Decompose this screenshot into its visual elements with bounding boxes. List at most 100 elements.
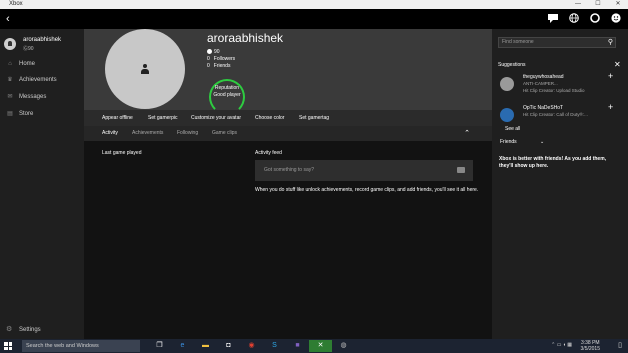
- profile-actions: Appear offline Set gamerpic Customize yo…: [84, 110, 492, 126]
- profile-header: aroraabhishek 90 0 Followers 0 Friends Rep…: [84, 29, 492, 115]
- sidebar-item-label: Store: [19, 111, 34, 117]
- taskbar-search-input[interactable]: Search the web and Windows: [22, 340, 140, 352]
- globe-icon[interactable]: [568, 13, 580, 25]
- chat-icon[interactable]: [547, 13, 559, 25]
- window-titlebar: Xbox — ☐ ✕: [0, 0, 628, 9]
- sidebar-item-label: Settings: [19, 327, 41, 333]
- page-title: aroraabhishek: [207, 31, 284, 45]
- friends-empty-message: Xbox is better with friends! As you add …: [499, 156, 607, 169]
- appear-offline-button[interactable]: Appear offline: [102, 110, 133, 126]
- edge-icon[interactable]: e: [171, 340, 194, 352]
- tab-activity[interactable]: Activity: [102, 126, 118, 141]
- followers-row[interactable]: 0 Followers: [207, 56, 235, 63]
- profile-stats: 90 0 Followers 0 Friends: [207, 49, 235, 70]
- app-icon[interactable]: ◍: [332, 340, 355, 352]
- reputation-label: Reputation: [214, 85, 240, 91]
- tab-following[interactable]: Following: [177, 126, 198, 141]
- gear-icon: ⚙: [6, 326, 13, 333]
- minimize-button[interactable]: —: [568, 0, 588, 9]
- main-content: aroraabhishek 90 0 Followers 0 Friends Rep…: [84, 29, 492, 339]
- right-panel: Find someone ⚲ Suggestions ✕ theguywhosa…: [492, 29, 628, 339]
- suggestions-heading: Suggestions: [498, 62, 526, 68]
- sidebar-item-label: Achievements: [19, 77, 57, 83]
- sidebar-gamertag: aroraabhishek: [23, 37, 62, 43]
- gamerscore-icon: [207, 49, 212, 54]
- avatar: [500, 108, 514, 122]
- windows-start-icon[interactable]: [4, 342, 12, 350]
- sidebar-item-settings[interactable]: ⚙ Settings: [0, 323, 84, 337]
- reputation-value: Good player: [213, 92, 241, 98]
- maximize-button[interactable]: ☐: [588, 0, 608, 9]
- list-item[interactable]: theguywhosahead ANTI-CAMPER... Hit Clip …: [498, 71, 622, 99]
- choose-color-button[interactable]: Choose color: [255, 110, 284, 126]
- xbox-taskbar-icon[interactable]: ✕: [309, 340, 332, 352]
- gamerscore-row: 90: [207, 49, 235, 56]
- set-gamerpic-button[interactable]: Set gamerpic: [148, 110, 177, 126]
- suggestion-name: theguywhosahead: [523, 74, 564, 80]
- activity-feed-heading: Activity feed: [255, 150, 282, 156]
- taskbar: Search the web and Windows ❐ e ▬ ◘ ◉ S ■…: [0, 339, 628, 353]
- system-tray-icons[interactable]: ⌃ ▭ ◖ ▦: [551, 342, 572, 348]
- home-icon: ⌂: [8, 61, 12, 67]
- search-icon[interactable]: ⚲: [608, 38, 613, 47]
- collapse-chevron-icon[interactable]: ⌃: [464, 126, 470, 141]
- friends-dropdown[interactable]: Friends ⌄: [500, 137, 560, 148]
- suggestion-detail: ANTI-CAMPER...: [523, 81, 558, 86]
- sidebar-item-label: Messages: [19, 94, 47, 100]
- reputation-meter: Reputation Good player: [209, 79, 245, 115]
- add-friend-icon[interactable]: +: [608, 102, 613, 112]
- activity-feed-note: When you do stuff like unlock achievemen…: [255, 187, 479, 193]
- trophy-icon: ♛: [7, 77, 13, 83]
- post-placeholder: Got something to say?: [264, 167, 315, 173]
- store-icon: ▤: [7, 111, 13, 117]
- close-button[interactable]: ✕: [608, 0, 628, 9]
- store-icon[interactable]: ◘: [217, 340, 240, 352]
- friends-row[interactable]: 0 Friends: [207, 63, 235, 70]
- comment-icon[interactable]: [457, 167, 465, 173]
- person-icon: [141, 64, 149, 74]
- add-friend-icon[interactable]: +: [608, 71, 613, 81]
- profile-tabs: Activity Achievements Following Game cli…: [84, 126, 492, 141]
- sidebar-item-label: Home: [19, 61, 36, 67]
- skype-icon[interactable]: S: [263, 340, 286, 352]
- customize-avatar-button[interactable]: Customize your avatar: [191, 110, 241, 126]
- chevron-down-icon: ⌄: [540, 139, 545, 145]
- see-all-link[interactable]: See all: [505, 126, 520, 132]
- sidebar: aroraabhishek Ⓖ90 ⌂ Home ♛ Achievements …: [0, 29, 84, 339]
- window-title: Xbox: [9, 1, 23, 7]
- action-center-icon[interactable]: ▯: [618, 341, 622, 349]
- sidebar-item-store[interactable]: ▤ Store: [0, 107, 84, 121]
- tab-achievements[interactable]: Achievements: [132, 126, 163, 141]
- sidebar-user[interactable]: aroraabhishek Ⓖ90: [4, 37, 84, 53]
- search-input[interactable]: Find someone ⚲: [498, 37, 616, 48]
- clock[interactable]: 3:38 PM 3/5/2015: [581, 340, 600, 352]
- sidebar-gamerscore: Ⓖ90: [23, 46, 34, 52]
- profile-avatar[interactable]: [105, 29, 185, 109]
- suggestion-detail: Hit Clip Creator: Call of Duty®:...: [523, 112, 588, 117]
- task-view-icon[interactable]: ❐: [148, 340, 171, 352]
- close-icon[interactable]: ✕: [614, 60, 621, 69]
- friends-dropdown-value: Friends: [500, 139, 517, 145]
- avatar: [500, 77, 514, 91]
- window-controls: — ☐ ✕: [568, 0, 628, 9]
- sidebar-item-home[interactable]: ⌂ Home: [0, 57, 84, 71]
- tab-game-clips[interactable]: Game clips: [212, 126, 237, 141]
- back-button[interactable]: ‹: [6, 12, 10, 26]
- avatar: [4, 38, 16, 50]
- file-explorer-icon[interactable]: ▬: [194, 340, 217, 352]
- search-placeholder: Find someone: [502, 39, 534, 45]
- sidebar-item-messages[interactable]: ✉ Messages: [0, 90, 84, 104]
- xbox-app: Xbox — ☐ ✕ ‹ aroraabhishek Ⓖ90 ⌂ Home ♛ …: [0, 0, 628, 353]
- taskbar-apps: ❐ e ▬ ◘ ◉ S ■ ✕ ◍: [148, 340, 355, 352]
- messages-icon: ✉: [7, 94, 13, 100]
- post-input[interactable]: Got something to say?: [255, 160, 473, 181]
- chrome-icon[interactable]: ◉: [240, 340, 263, 352]
- smiley-icon[interactable]: [610, 13, 622, 25]
- notifications-icon[interactable]: [589, 13, 601, 25]
- last-game-played-heading: Last game played: [102, 150, 142, 156]
- set-gamertag-button[interactable]: Set gamertag: [299, 110, 329, 126]
- sidebar-item-achievements[interactable]: ♛ Achievements: [0, 73, 84, 87]
- topbar-icons: [547, 13, 622, 25]
- suggestion-detail: Hit Clip Creator: Upload Studio: [523, 88, 585, 93]
- onenote-icon[interactable]: ■: [286, 340, 309, 352]
